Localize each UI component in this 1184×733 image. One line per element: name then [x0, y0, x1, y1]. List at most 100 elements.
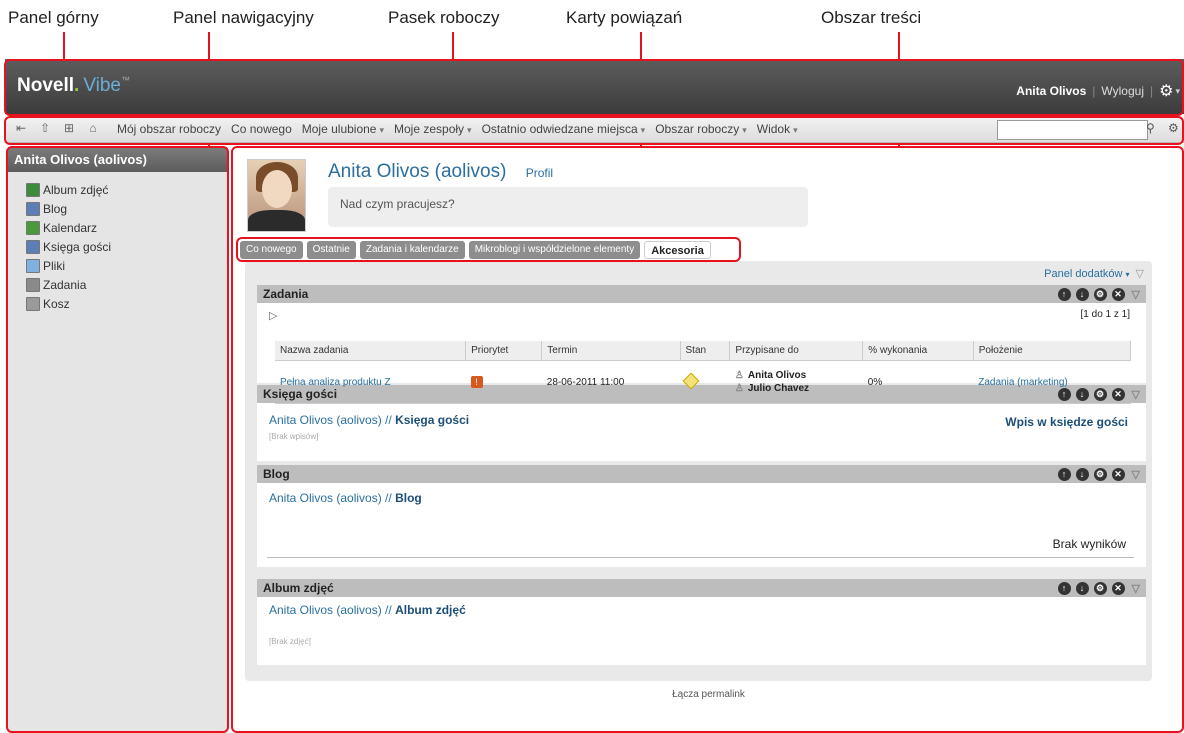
relationship-tabs: Co nowego Ostatnie Zadania i kalendarze Mik…	[240, 241, 711, 259]
crumb-user-link[interactable]: Anita Olivos (aolivos)	[269, 603, 382, 617]
sidebar-item-label: Księga gości	[43, 239, 112, 254]
album-breadcrumb: Anita Olivos (aolivos) // Album zdjęć	[269, 603, 466, 617]
annotation-nav-panel: Panel nawigacyjny	[173, 8, 314, 27]
sidebar-item[interactable]: Album zdjęć	[26, 180, 227, 199]
assignee[interactable]: Anita Olivos	[748, 370, 806, 381]
annotation-content: Obszar treści	[821, 8, 922, 27]
user-name-link[interactable]: Anita Olivos	[1016, 84, 1086, 98]
annotation-tabs: Karty powiązań	[566, 8, 683, 27]
avatar[interactable]	[247, 159, 306, 232]
search-options-icon[interactable]: ⚙	[1168, 121, 1179, 135]
guestbook-entry-link[interactable]: Wpis w księdze gości	[1005, 415, 1128, 429]
gear-icon[interactable]: ⚙	[1159, 81, 1173, 101]
crumb-album-link[interactable]: Album zdjęć	[395, 603, 466, 617]
move-up-icon[interactable]: ↑	[1057, 287, 1071, 301]
sidebar-item[interactable]: Kalendarz	[26, 218, 227, 237]
sidebar-item[interactable]: Księga gości	[26, 237, 227, 256]
sidebar-item[interactable]: Zadania	[26, 275, 227, 294]
percent-complete: 0%	[862, 360, 974, 404]
toolbar-item[interactable]: Moje ulubione ▾	[302, 122, 384, 136]
column-header[interactable]: Stan	[680, 341, 731, 361]
sidebar-item-label: Album zdjęć	[43, 182, 109, 197]
play-icon[interactable]: ▷	[269, 309, 277, 322]
empty-photos: [Brak zdjęć]	[269, 637, 311, 646]
collapse-icon[interactable]: ▽	[1132, 288, 1140, 301]
blog-breadcrumb: Anita Olivos (aolivos) // Blog	[269, 491, 422, 505]
move-up-icon[interactable]: ↑	[1057, 581, 1071, 595]
annotation-line-top	[63, 32, 65, 60]
sidebar-item-label: Kosz	[43, 296, 70, 311]
toolbar-item[interactable]: Widok ▾	[757, 122, 798, 136]
dropdown-arrow-icon: ▾	[640, 125, 646, 135]
gear-menu-arrow-icon[interactable]: ▾	[1175, 86, 1180, 97]
search-input[interactable]	[997, 120, 1148, 140]
status-icon[interactable]	[682, 372, 700, 389]
tasks-panel-title: Zadania	[263, 287, 309, 301]
crumb-user-link[interactable]: Anita Olivos (aolivos)	[269, 491, 382, 505]
table-row: Pełna analiza produktu Z ! 28-06-2011 11…	[275, 360, 1131, 404]
sidebar-title[interactable]: Anita Olivos (aolivos)	[8, 147, 227, 172]
collapse-icon[interactable]: ▽	[1132, 582, 1140, 595]
settings-icon[interactable]: ⚙	[1093, 467, 1107, 481]
novell-vibe-logo: Novell. Vibe™	[17, 75, 130, 96]
calendar-icon	[26, 220, 40, 235]
profile-link[interactable]: Profil	[526, 166, 553, 180]
up-icon[interactable]: ⇧	[37, 120, 53, 136]
annotation-top-panel: Panel górny	[8, 8, 99, 27]
tab[interactable]: Co nowego	[240, 241, 303, 259]
assignee[interactable]: Julio Chavez	[748, 383, 809, 394]
move-down-icon[interactable]: ↓	[1075, 467, 1089, 481]
collapse-icon[interactable]: ▽	[1132, 388, 1140, 401]
close-icon[interactable]: ✕	[1111, 581, 1125, 595]
dropdown-arrow-icon: ▾	[467, 125, 472, 135]
column-header[interactable]: % wykonania	[862, 341, 974, 361]
column-header[interactable]: Przypisane do	[729, 341, 864, 361]
annotation-workspace-bar: Pasek roboczy	[388, 8, 500, 27]
close-icon[interactable]: ✕	[1111, 467, 1125, 481]
trash-icon	[26, 296, 40, 311]
move-up-icon[interactable]: ↑	[1057, 467, 1071, 481]
column-header[interactable]: Termin	[541, 341, 681, 361]
settings-icon[interactable]: ⚙	[1093, 287, 1107, 301]
toolbar-item[interactable]: Moje zespoły ▾	[394, 122, 472, 136]
close-icon[interactable]: ✕	[1111, 287, 1125, 301]
home-icon[interactable]: ⌂	[85, 120, 101, 136]
settings-icon[interactable]: ⚙	[1093, 581, 1107, 595]
toolbar-item[interactable]: Ostatnio odwiedzane miejsca ▾	[482, 122, 646, 136]
sidebar-item[interactable]: Pliki	[26, 256, 227, 275]
sidebar-item-label: Pliki	[43, 258, 66, 273]
sidebar-item-label: Zadania	[43, 277, 87, 292]
sidebar-item[interactable]: Kosz	[26, 294, 227, 313]
tab[interactable]: Mikroblogi i współdzielone elementy	[468, 241, 641, 259]
toolbar-item[interactable]: Co nowego	[231, 122, 292, 136]
move-down-icon[interactable]: ↓	[1075, 287, 1089, 301]
album-panel-title: Album zdjęć	[263, 581, 334, 595]
crumb-user-link[interactable]: Anita Olivos (aolivos)	[269, 413, 382, 427]
sidebar-item[interactable]: Blog	[26, 199, 227, 218]
logout-link[interactable]: Wyloguj	[1101, 84, 1144, 98]
task-name-link[interactable]: Pełna analiza produktu Z	[280, 377, 391, 388]
search-icon[interactable]: ⚲	[1146, 121, 1155, 135]
column-header[interactable]: Priorytet	[465, 341, 543, 361]
addons-panel-link[interactable]: Panel dodatków ▾ ▽	[1044, 267, 1144, 280]
column-header[interactable]: Nazwa zadania	[275, 341, 467, 361]
crumb-blog-link[interactable]: Blog	[395, 491, 422, 505]
crumb-guestbook-link[interactable]: Księga gości	[395, 413, 469, 427]
collapse-icon[interactable]: ▽	[1132, 468, 1140, 481]
move-down-icon[interactable]: ↓	[1075, 581, 1089, 595]
tasks-table: Nazwa zadania Priorytet Termin Stan Przypisa…	[275, 341, 1132, 404]
tab[interactable]: Zadania i kalendarze	[359, 241, 465, 259]
permalink-link[interactable]: Łącza permalink	[233, 689, 1184, 700]
column-header[interactable]: Położenie	[973, 341, 1132, 361]
tab[interactable]: Ostatnie	[306, 241, 356, 259]
profile-name: Anita Olivos (aolivos)	[328, 161, 507, 182]
status-input[interactable]: Nad czym pracujesz?	[328, 187, 808, 227]
tab[interactable]: Akcesoria	[644, 241, 711, 259]
back-icon[interactable]: ⇤	[13, 120, 29, 136]
toolbar-item[interactable]: Mój obszar roboczy	[117, 122, 221, 136]
no-results: Brak wyników	[1052, 537, 1126, 551]
toolbar-item[interactable]: Obszar roboczy ▾	[655, 122, 747, 136]
tree-icon[interactable]: ⊞	[61, 120, 77, 136]
location-link[interactable]: Zadania (marketing)	[978, 377, 1067, 388]
navigation-panel: Anita Olivos (aolivos) Album zdjęć Blog Ka…	[8, 147, 227, 733]
